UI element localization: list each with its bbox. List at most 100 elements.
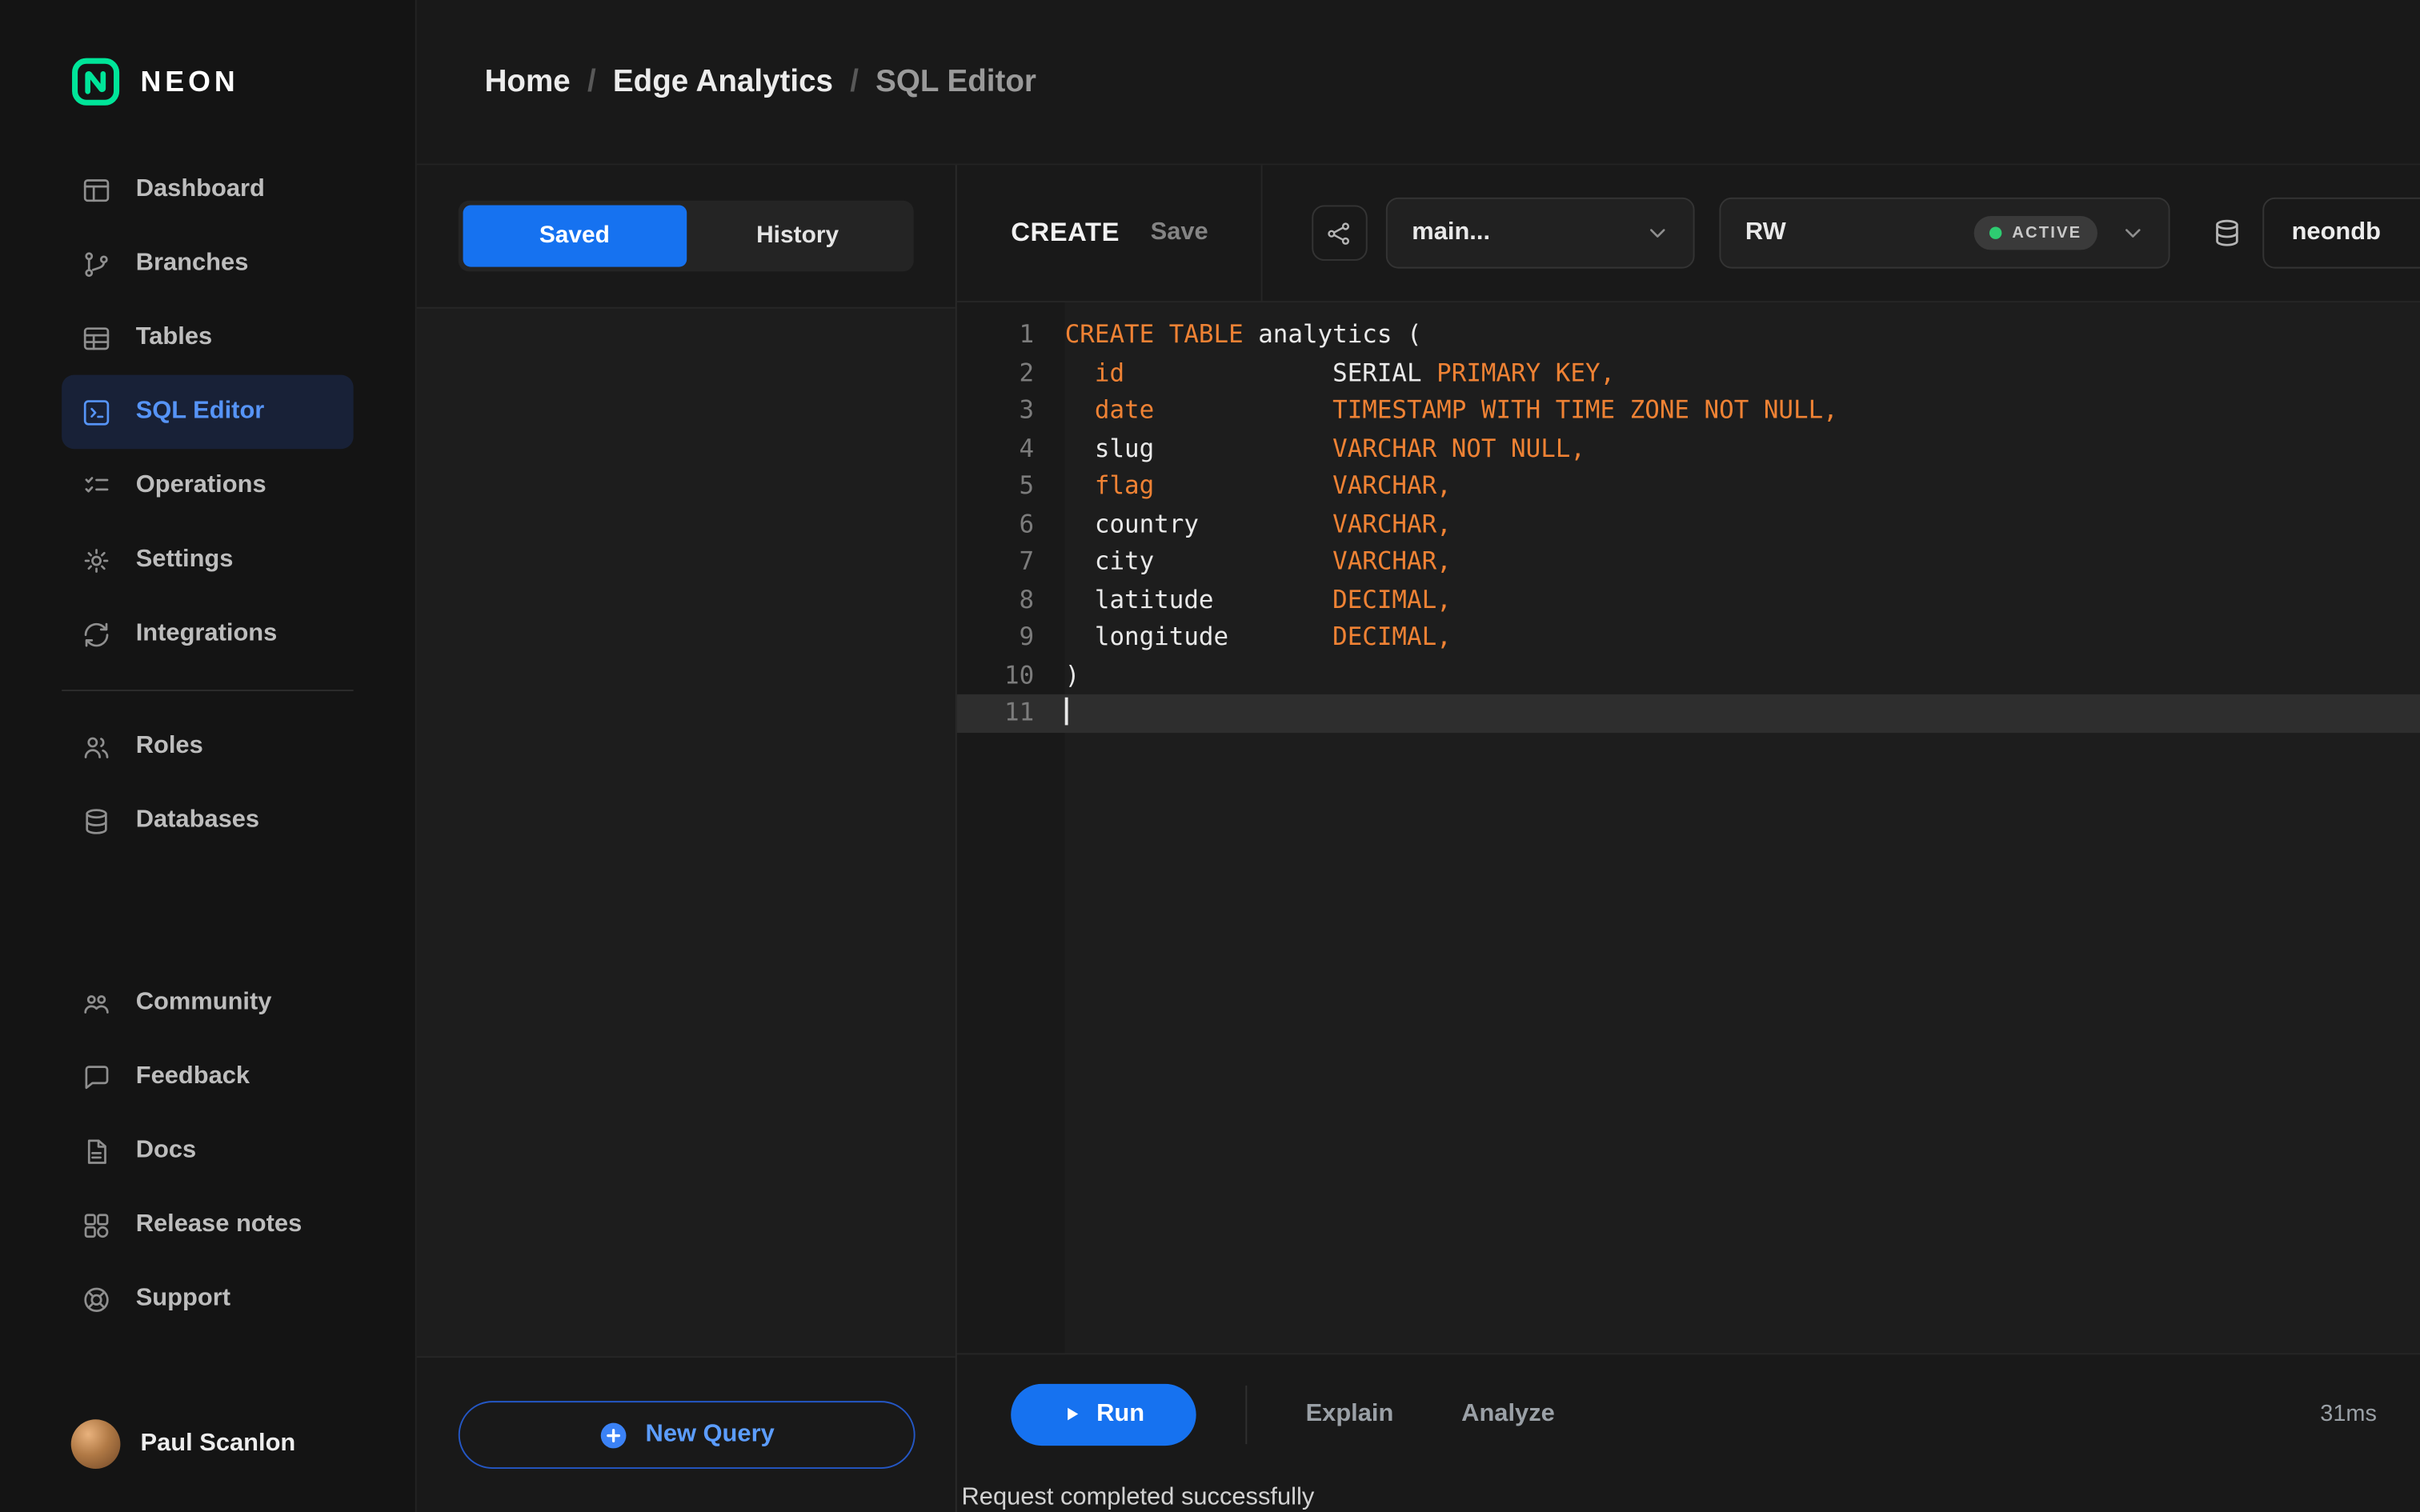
code-text: city VARCHAR, — [1064, 546, 1452, 576]
line-number: 6 — [1019, 508, 1035, 538]
code-lines: 1 CREATE TABLE analytics (2 id SERIAL PRI… — [956, 316, 2420, 733]
code-line[interactable]: 1 CREATE TABLE analytics ( — [957, 316, 2420, 354]
code-line[interactable]: 3 date TIMESTAMP WITH TIME ZONE NOT NULL… — [957, 392, 2420, 430]
new-query-button[interactable]: New Query — [457, 1401, 915, 1469]
release-notes-icon — [80, 1209, 112, 1242]
neon-logo-icon — [71, 57, 121, 106]
sidebar-item-community[interactable]: Community — [62, 966, 354, 1040]
line-number: 1 — [1019, 319, 1035, 349]
code-line[interactable]: 4 slug VARCHAR NOT NULL, — [957, 430, 2420, 467]
saved-history-tabs: Saved History — [458, 200, 914, 272]
breadcrumb-separator: / — [850, 64, 859, 98]
editor-header: CREATE Save main... RW ACTIVE neondb — [956, 165, 2420, 302]
header-divider — [1260, 165, 1263, 302]
sidebar-nav: Dashboard Branches Tables SQL Editor Operati… — [0, 153, 415, 1419]
sidebar-item-operations[interactable]: Operations — [62, 449, 354, 523]
code-line[interactable]: 11 — [956, 694, 2420, 733]
breadcrumb-item[interactable]: Home — [485, 64, 571, 99]
operations-icon — [80, 470, 112, 502]
schema-icon — [1324, 218, 1354, 248]
branch-select[interactable]: main... — [1385, 197, 1695, 269]
branch-select-value: main... — [1412, 218, 1491, 246]
sidebar-item-label: Community — [135, 989, 272, 1015]
sidebar-item-label: Databases — [135, 806, 260, 834]
sidebar-item-label: Operations — [135, 472, 266, 498]
sidebar-item-label: Feedback — [135, 1062, 250, 1090]
sidebar-item-label: Branches — [135, 250, 249, 277]
saved-queries-list[interactable] — [416, 306, 956, 1358]
footer-divider — [1245, 1384, 1248, 1444]
sidebar-item-sql-editor[interactable]: SQL Editor — [62, 374, 354, 450]
line-number: 3 — [1019, 394, 1035, 425]
sidebar-item-label: Settings — [135, 546, 234, 573]
plus-icon — [598, 1418, 631, 1450]
sql-editor-icon — [80, 396, 112, 428]
sidebar-item-feedback[interactable]: Feedback — [62, 1040, 354, 1114]
sidebar-item-docs[interactable]: Docs — [62, 1114, 354, 1188]
integrations-icon — [80, 618, 112, 650]
docs-icon — [80, 1134, 112, 1167]
tab-history[interactable]: History — [686, 206, 909, 267]
sidebar: NEON Dashboard Branches Tables SQL Editor Op… — [0, 0, 417, 1512]
code-text: ) — [1064, 659, 1080, 690]
neon-logo[interactable]: NEON — [0, 0, 415, 106]
breadcrumb-separator: / — [587, 64, 596, 98]
analyze-button[interactable]: Analyze — [1452, 1398, 1565, 1430]
sidebar-item-settings[interactable]: Settings — [62, 523, 354, 598]
code-text: country VARCHAR, — [1064, 508, 1452, 538]
play-icon — [1063, 1404, 1083, 1424]
code-line[interactable]: 6 country VARCHAR, — [957, 506, 2420, 543]
schema-diagram-button[interactable] — [1311, 205, 1368, 261]
explain-button[interactable]: Explain — [1296, 1398, 1403, 1430]
code-line[interactable]: 10) — [957, 657, 2420, 694]
line-number: 11 — [1004, 697, 1035, 727]
tables-icon — [80, 322, 112, 354]
sidebar-item-roles[interactable]: Roles — [62, 710, 354, 784]
queries-panel-footer: New Query — [417, 1358, 956, 1512]
code-text: longitude DECIMAL, — [1064, 622, 1452, 651]
branches-icon — [80, 248, 112, 281]
breadcrumb-item: SQL Editor — [875, 64, 1036, 98]
tab-saved[interactable]: Saved — [463, 205, 687, 267]
code-line[interactable]: 9 longitude DECIMAL, — [957, 618, 2420, 656]
status-badge: ACTIVE — [1973, 216, 2097, 250]
settings-icon — [80, 544, 112, 577]
sidebar-item-support[interactable]: Support — [62, 1262, 354, 1337]
code-editor[interactable]: 1 CREATE TABLE analytics (2 id SERIAL PRI… — [956, 302, 2420, 1354]
user-profile[interactable]: Paul Scanlon — [0, 1419, 415, 1512]
sidebar-item-dashboard[interactable]: Dashboard — [62, 153, 354, 227]
databases-icon — [80, 805, 112, 838]
code-text: flag VARCHAR, — [1094, 470, 1452, 500]
avatar — [70, 1419, 121, 1469]
save-button[interactable]: Save — [1151, 219, 1208, 247]
database-select[interactable]: neondb — [2262, 197, 2420, 269]
query-duration: 31ms — [2320, 1401, 2377, 1427]
sidebar-item-label: Dashboard — [135, 175, 265, 202]
sidebar-item-label: Tables — [135, 323, 213, 350]
community-icon — [80, 986, 112, 1019]
compute-select-value: RW — [1745, 218, 1786, 246]
sidebar-item-databases[interactable]: Databases — [62, 784, 354, 858]
run-button[interactable]: Run — [1011, 1382, 1196, 1446]
code-line[interactable]: 8 latitude DECIMAL, — [957, 581, 2420, 618]
code-text: id SERIAL PRIMARY KEY, — [1094, 357, 1616, 387]
sidebar-item-label: Support — [135, 1285, 230, 1312]
roles-icon — [80, 730, 112, 763]
breadcrumb-item[interactable]: Edge Analytics — [613, 64, 833, 99]
code-line[interactable]: 5 flag VARCHAR, — [957, 467, 2420, 505]
run-button-label: Run — [1096, 1400, 1145, 1426]
neon-console-window: NEON Dashboard Branches Tables SQL Editor Op… — [0, 0, 2420, 1512]
sidebar-item-integrations[interactable]: Integrations — [62, 597, 354, 671]
compute-select[interactable]: RW ACTIVE — [1719, 197, 2170, 269]
sidebar-item-tables[interactable]: Tables — [62, 301, 354, 375]
editor-footer: Run Explain Analyze 31ms — [956, 1353, 2420, 1473]
sidebar-item-branches[interactable]: Branches — [62, 227, 354, 302]
query-tab-title[interactable]: CREATE — [1011, 218, 1120, 249]
sidebar-item-release-notes[interactable]: Release notes — [62, 1188, 354, 1262]
code-line[interactable]: 7 city VARCHAR, — [957, 543, 2420, 581]
new-query-label: New Query — [645, 1421, 775, 1447]
code-line[interactable]: 2 id SERIAL PRIMARY KEY, — [957, 354, 2420, 392]
status-message: Request completed successfully — [961, 1484, 1315, 1511]
sidebar-item-label: Release notes — [135, 1210, 302, 1238]
database-icon — [2210, 216, 2243, 250]
